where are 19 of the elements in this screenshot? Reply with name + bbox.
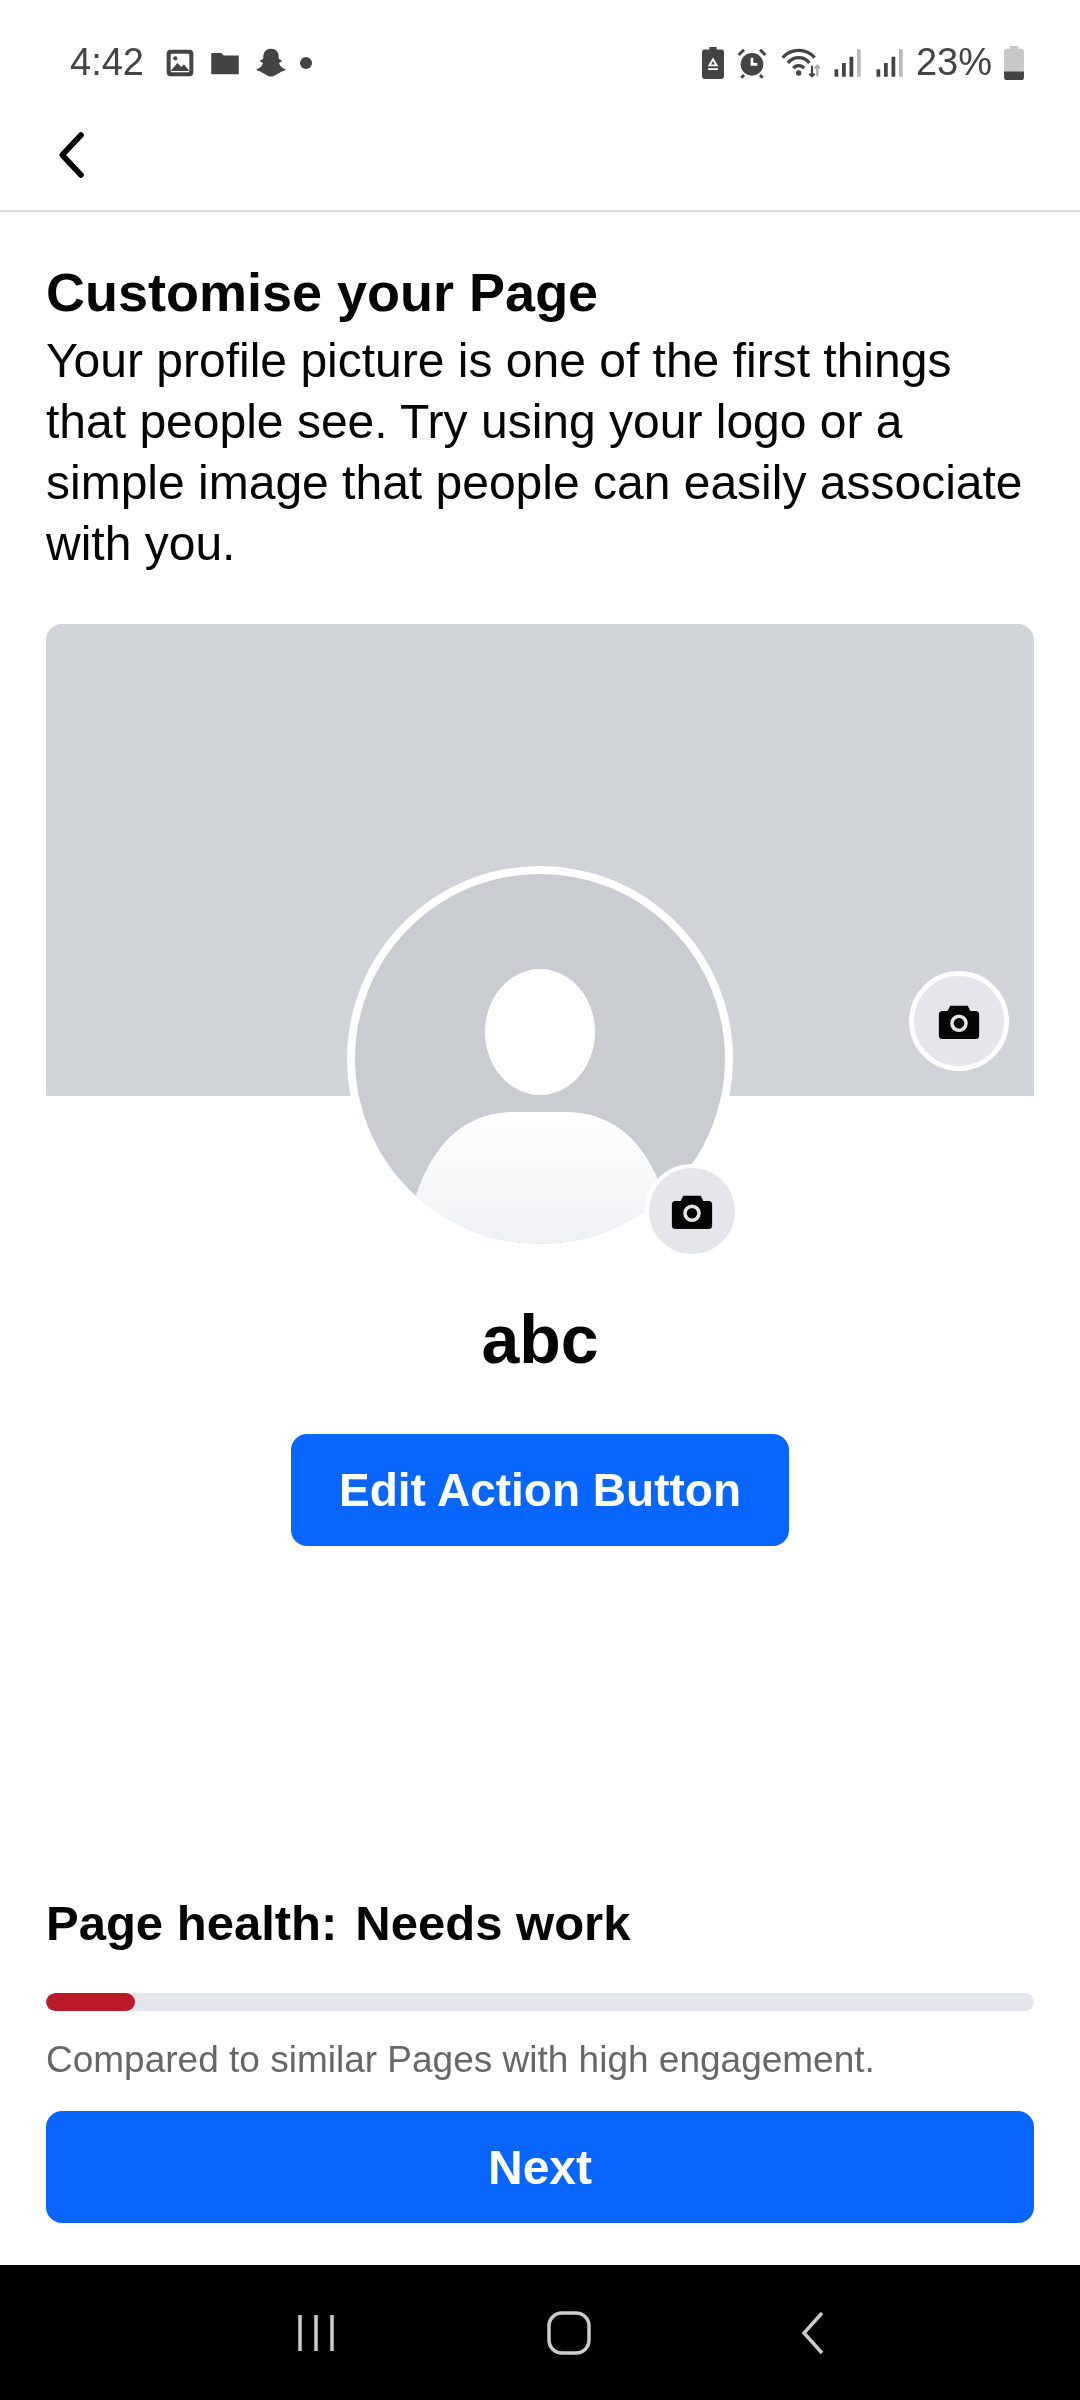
page-name: abc [480, 1300, 600, 1378]
health-caption: Compared to similar Pages with high engagement. [46, 2039, 876, 2081]
next-button[interactable]: Next [46, 2111, 1034, 2223]
camera-icon [671, 1193, 713, 1229]
status-time: 4:42 [70, 41, 144, 84]
home-icon[interactable] [546, 2309, 592, 2356]
dot-icon [299, 56, 312, 69]
battery-percent: 23% [915, 41, 992, 84]
edit-action-button[interactable]: Edit Action Button [291, 1434, 789, 1546]
description-text: Your profile picture is one of the first things that people see. Try using your logo or a simple image that people can easily associate with you. [46, 333, 1024, 572]
battery-saver-icon [701, 46, 724, 79]
health-label: Page health: [46, 1895, 338, 1951]
battery-icon [1004, 45, 1024, 80]
alarm-icon [735, 46, 768, 79]
health-status: Needs work [355, 1895, 631, 1951]
back-nav-icon[interactable] [800, 2309, 826, 2356]
camera-icon [938, 1003, 980, 1039]
page-title: Customise your Page [46, 261, 600, 324]
wifi-icon [779, 46, 820, 79]
